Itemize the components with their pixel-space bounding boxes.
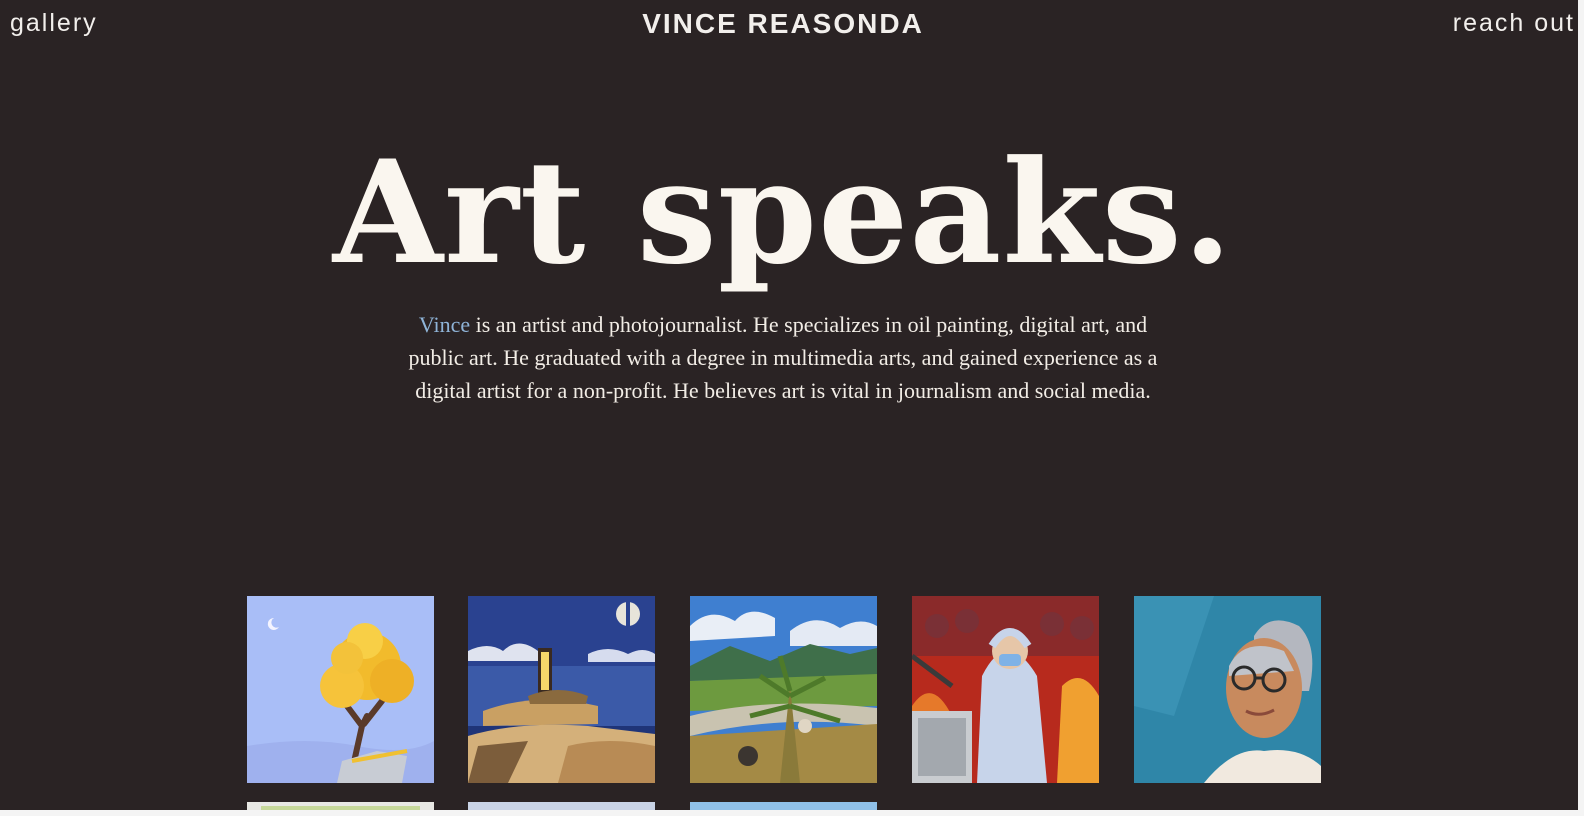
artwork-thumbnail-health-worker[interactable] [912, 596, 1099, 783]
bio-text: is an artist and photojournalist. He spe… [408, 312, 1158, 403]
health-worker-artwork [912, 596, 1099, 783]
golden-tree-artwork [247, 596, 434, 783]
page-frame-right [1578, 0, 1584, 816]
palm-landscape-artwork [690, 596, 877, 783]
site-brand[interactable]: VINCE REASONDA [0, 8, 1566, 40]
artwork-thumbnail-elderly-portrait[interactable] [1134, 596, 1321, 783]
hero-title: Art speaks. [332, 130, 1234, 296]
bio-name-link[interactable]: Vince [419, 312, 470, 337]
bio-paragraph: Vince is an artist and photojournalist. … [408, 308, 1158, 407]
artwork-thumbnail-palm-landscape[interactable] [690, 596, 877, 783]
page: gallery VINCE REASONDA reach out Art spe… [0, 0, 1584, 816]
artwork-thumbnail-golden-tree[interactable] [247, 596, 434, 783]
artwork-thumbnail-doorway-shore[interactable] [468, 596, 655, 783]
gallery-grid [0, 0, 1566, 816]
nav-reach-out-link[interactable]: reach out [1453, 9, 1575, 38]
page-frame-bottom [0, 810, 1584, 816]
doorway-shore-artwork [468, 596, 655, 783]
elderly-portrait-artwork [1134, 596, 1321, 783]
